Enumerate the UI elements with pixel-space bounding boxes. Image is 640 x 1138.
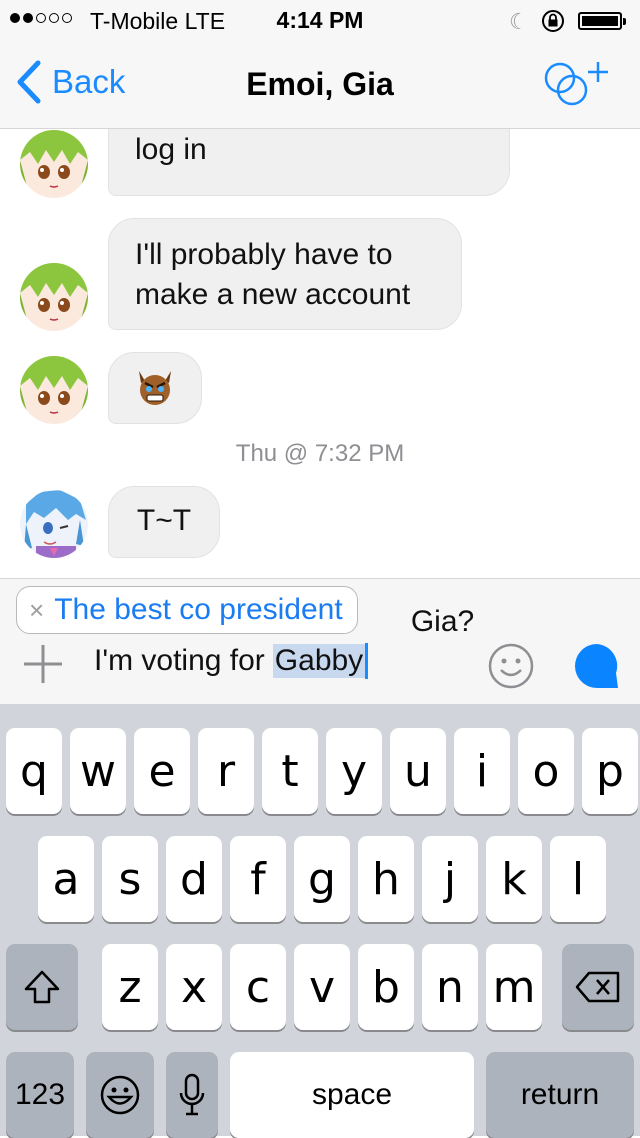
angry-bull-emoji-icon: [139, 371, 171, 405]
space-key[interactable]: space: [230, 1052, 474, 1138]
message-text: I'll probably have to make a new account: [135, 238, 411, 311]
key-o[interactable]: o: [518, 728, 574, 814]
key-b[interactable]: b: [358, 944, 414, 1030]
avatar[interactable]: [20, 490, 88, 558]
rotation-lock-icon: [542, 10, 564, 32]
status-bar: T-Mobile LTE 4:14 PM ☾: [0, 0, 640, 40]
message-text: T~T: [136, 504, 192, 537]
key-v[interactable]: v: [294, 944, 350, 1030]
delete-key[interactable]: [562, 944, 634, 1030]
green-hair-character-avatar: [20, 356, 88, 424]
message-composer: Who are you voting for, Gia? × The best …: [0, 578, 640, 705]
key-k[interactable]: k: [486, 836, 542, 922]
emoji-bubble[interactable]: [108, 352, 202, 424]
message-bubble[interactable]: T~T: [108, 486, 220, 558]
dictation-key[interactable]: [166, 1052, 218, 1138]
text-caret: [365, 643, 369, 679]
key-d[interactable]: d: [166, 836, 222, 922]
key-l[interactable]: l: [550, 836, 606, 922]
on-screen-keyboard: 123 space return qwertyuiop asdfghjkl zxcv…: [0, 704, 640, 1138]
input-text: I'm voting for: [94, 644, 265, 677]
microphone-icon: [179, 1073, 205, 1116]
key-w[interactable]: w: [70, 728, 126, 814]
message-text: log in: [135, 133, 207, 166]
numbers-key[interactable]: 123: [6, 1052, 74, 1138]
key-q[interactable]: q: [6, 728, 62, 814]
shift-arrow-icon: [24, 970, 60, 1004]
autocorrect-suggestion[interactable]: × The best co president: [16, 586, 358, 634]
navigation-bar: Back Emoi, Gia: [0, 40, 640, 129]
key-m[interactable]: m: [486, 944, 542, 1030]
emoji-picker-icon[interactable]: [488, 643, 534, 689]
key-t[interactable]: t: [262, 728, 318, 814]
add-attachment-button[interactable]: [22, 643, 64, 685]
avatar[interactable]: [20, 130, 88, 198]
timestamp-divider: Thu @ 7:32 PM: [235, 440, 405, 467]
emoji-keyboard-key[interactable]: [86, 1052, 154, 1138]
return-key[interactable]: return: [486, 1052, 634, 1138]
emoji-face-icon: [100, 1075, 140, 1115]
battery-icon: [578, 12, 626, 30]
key-h[interactable]: h: [358, 836, 414, 922]
selected-text: Gabby: [272, 644, 366, 678]
key-s[interactable]: s: [102, 836, 158, 922]
avatar[interactable]: [20, 356, 88, 424]
add-people-icon[interactable]: [540, 56, 612, 112]
green-hair-character-avatar: [20, 130, 88, 198]
key-r[interactable]: r: [198, 728, 254, 814]
message-bubble[interactable]: Ugh roblox won't let me log in: [108, 129, 510, 196]
key-n[interactable]: n: [422, 944, 478, 1030]
key-z[interactable]: z: [102, 944, 158, 1030]
messenger-send-icon[interactable]: [574, 643, 620, 689]
message-input[interactable]: I'm voting for Gabby: [94, 643, 369, 679]
backspace-icon: [575, 971, 620, 1003]
avatar[interactable]: [20, 263, 88, 331]
key-i[interactable]: i: [454, 728, 510, 814]
key-c[interactable]: c: [230, 944, 286, 1030]
key-p[interactable]: p: [582, 728, 638, 814]
key-a[interactable]: a: [38, 836, 94, 922]
key-j[interactable]: j: [422, 836, 478, 922]
key-y[interactable]: y: [326, 728, 382, 814]
message-bubble[interactable]: I'll probably have to make a new account: [108, 218, 462, 330]
key-x[interactable]: x: [166, 944, 222, 1030]
dismiss-suggestion-icon[interactable]: ×: [29, 595, 44, 626]
key-e[interactable]: e: [134, 728, 190, 814]
key-u[interactable]: u: [390, 728, 446, 814]
key-f[interactable]: f: [230, 836, 286, 922]
blue-hair-character-avatar: [20, 490, 88, 558]
key-g[interactable]: g: [294, 836, 350, 922]
shift-key[interactable]: [6, 944, 78, 1030]
message-thread[interactable]: Ugh roblox won't let me log in I'll prob…: [0, 129, 640, 578]
suggestion-text: The best co president: [54, 593, 343, 626]
do-not-disturb-icon: ☾: [509, 9, 529, 34]
green-hair-character-avatar: [20, 263, 88, 331]
